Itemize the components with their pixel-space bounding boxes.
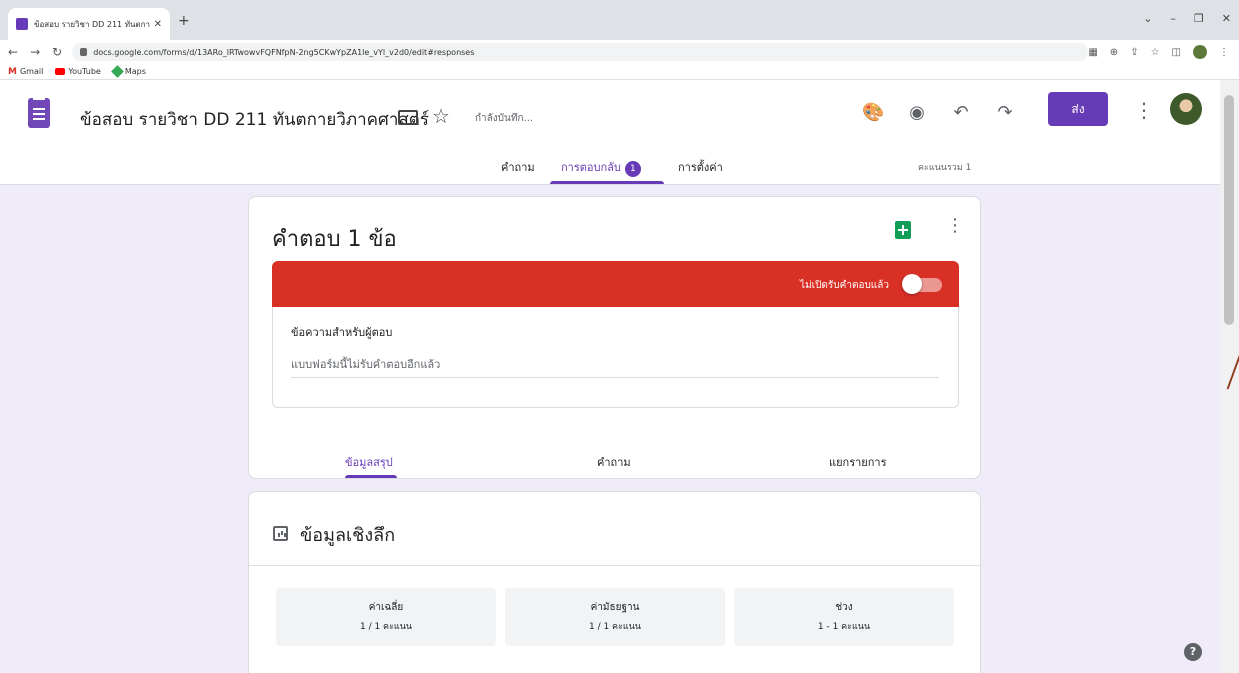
forms-favicon-icon	[16, 18, 28, 30]
insights-chart-icon	[273, 526, 288, 541]
stat-range-value: 1 - 1 คะแนน	[817, 622, 871, 632]
message-label: ข้อความสำหรับผู้ตอบ	[291, 326, 393, 339]
folder-icon[interactable]	[398, 110, 418, 125]
form-tabs: คำถาม การตอบกลับ 1 การตั้งค่า คะแนนรวม 1	[0, 152, 1220, 185]
bookmark-youtube[interactable]: YouTube	[55, 67, 101, 76]
forms-header: ข้อสอบ รายวิชา DD 211 ทันตกายวิภาคศาสตร์…	[0, 80, 1220, 185]
youtube-icon	[55, 68, 66, 75]
google-forms-icon[interactable]	[28, 98, 50, 128]
not-accepting-banner: ไม่เปิดรับคำตอบแล้ว	[272, 261, 959, 307]
help-icon[interactable]: ?	[1184, 643, 1202, 661]
browser-tab-title: ข้อสอบ รายวิชา DD 211 ทันตกายวิภ	[34, 19, 150, 29]
respondent-message-box: ข้อความสำหรับผู้ตอบ แบบฟอร์มนี้ไม่รับคำต…	[272, 307, 959, 408]
responses-count-badge: 1	[624, 161, 641, 177]
back-icon[interactable]: ←	[8, 45, 18, 59]
not-accepting-label: ไม่เปิดรับคำตอบแล้ว	[800, 280, 889, 291]
total-points: คะแนนรวม 1	[918, 163, 972, 173]
subtab-summary[interactable]: ข้อมูลสรุป	[345, 453, 393, 471]
responses-menu-icon[interactable]: ⋮	[946, 215, 964, 236]
header-actions: 🎨 ◉ ↶ ↷	[862, 102, 1016, 123]
sheets-icon[interactable]	[895, 221, 911, 239]
avatar[interactable]	[1170, 93, 1202, 125]
toggle-knob[interactable]	[902, 274, 922, 294]
insights-title: ข้อมูลเชิงลึก	[300, 525, 396, 546]
browser-extensions: ▦ ⊕ ⇪ ☆ ◫ ⋮	[1088, 45, 1239, 59]
tab-questions[interactable]: คำถาม	[501, 158, 535, 176]
active-tab-indicator	[550, 181, 664, 184]
more-options-icon[interactable]: ⋮	[1134, 98, 1154, 122]
window-controls: ⌄ – ❐ ✕	[1143, 12, 1231, 25]
stat-average-label: ค่าเฉลี่ย	[368, 602, 404, 613]
insights-card: ข้อมูลเชิงลึก ค่าเฉลี่ย 1 / 1 คะแนน ค่าม…	[248, 491, 981, 673]
browser-menu-icon[interactable]: ⋮	[1219, 47, 1229, 58]
tab-responses-label: การตอบกลับ	[561, 161, 621, 174]
zoom-icon[interactable]: ⊕	[1110, 47, 1118, 58]
redo-icon[interactable]: ↷	[994, 102, 1016, 123]
message-underline	[291, 377, 939, 378]
insights-divider	[249, 565, 980, 566]
bookmarks-bar: M Gmail YouTube Maps	[0, 64, 1239, 80]
stat-range: ช่วง 1 - 1 คะแนน	[734, 588, 954, 646]
stat-average: ค่าเฉลี่ย 1 / 1 คะแนน	[276, 588, 496, 646]
subtab-individual[interactable]: แยกรายการ	[829, 453, 886, 471]
preview-eye-icon[interactable]: ◉	[906, 102, 928, 123]
stat-median-label: ค่ามัธยฐาน	[590, 602, 640, 613]
subtab-question[interactable]: คำถาม	[597, 453, 631, 471]
stat-average-value: 1 / 1 คะแนน	[359, 622, 413, 632]
profile-avatar-icon[interactable]	[1193, 45, 1207, 59]
browser-tab-strip: ข้อสอบ รายวิชา DD 211 ทันตกายวิภ ✕ + ⌄ –…	[0, 0, 1239, 40]
send-button[interactable]: ส่ง	[1048, 92, 1108, 126]
close-tab-icon[interactable]: ✕	[154, 19, 162, 30]
translate-icon[interactable]: ▦	[1088, 47, 1097, 58]
responses-count-title: คำตอบ 1 ข้อ	[272, 227, 397, 252]
undo-icon[interactable]: ↶	[950, 102, 972, 123]
bookmark-gmail[interactable]: M Gmail	[8, 67, 43, 77]
url-omnibox[interactable]: docs.google.com/forms/d/13ARo_lRTwowvFQF…	[72, 43, 1089, 61]
maps-icon	[110, 65, 124, 78]
responses-card: คำตอบ 1 ข้อ ⋮ ไม่เปิดรับคำตอบแล้ว ข้อควา…	[248, 196, 981, 479]
address-bar-row: ← → ↻ docs.google.com/forms/d/13ARo_lRTw…	[0, 40, 1239, 64]
reload-icon[interactable]: ↻	[52, 45, 62, 59]
saving-status: กำลังบันทึก...	[475, 113, 534, 124]
restore-icon[interactable]: ❐	[1194, 12, 1204, 25]
gmail-icon: M	[8, 66, 17, 77]
stat-median: ค่ามัธยฐาน 1 / 1 คะแนน	[505, 588, 725, 646]
tab-settings[interactable]: การตั้งค่า	[678, 158, 723, 176]
form-title[interactable]: ข้อสอบ รายวิชา DD 211 ทันตกายวิภาคศาสตร์	[80, 106, 429, 133]
new-tab-icon[interactable]: +	[178, 13, 190, 29]
sidepanel-icon[interactable]: ◫	[1172, 47, 1181, 58]
forward-icon[interactable]: →	[30, 45, 40, 59]
stat-range-label: ช่วง	[835, 602, 853, 613]
tab-responses[interactable]: การตอบกลับ 1	[561, 158, 641, 177]
lock-icon	[80, 48, 88, 56]
stat-median-value: 1 / 1 คะแนน	[588, 622, 642, 632]
close-window-icon[interactable]: ✕	[1222, 12, 1231, 25]
browser-tab[interactable]: ข้อสอบ รายวิชา DD 211 ทันตกายวิภ ✕	[8, 8, 170, 40]
scrollbar-thumb[interactable]	[1224, 95, 1234, 325]
palette-icon[interactable]: 🎨	[862, 102, 884, 123]
star-icon[interactable]: ☆	[432, 104, 450, 128]
url-text: docs.google.com/forms/d/13ARo_lRTwowvFQF…	[93, 47, 475, 57]
share-icon[interactable]: ⇪	[1130, 47, 1138, 58]
nav-buttons: ← → ↻	[0, 45, 62, 59]
message-input[interactable]: แบบฟอร์มนี้ไม่รับคำตอบอีกแล้ว	[291, 355, 440, 373]
subtab-indicator	[345, 475, 397, 478]
bookmark-star-icon[interactable]: ☆	[1151, 47, 1160, 58]
bookmark-maps[interactable]: Maps	[110, 65, 146, 78]
tab-search-icon[interactable]: ⌄	[1143, 12, 1152, 25]
minimize-icon[interactable]: –	[1170, 12, 1176, 25]
